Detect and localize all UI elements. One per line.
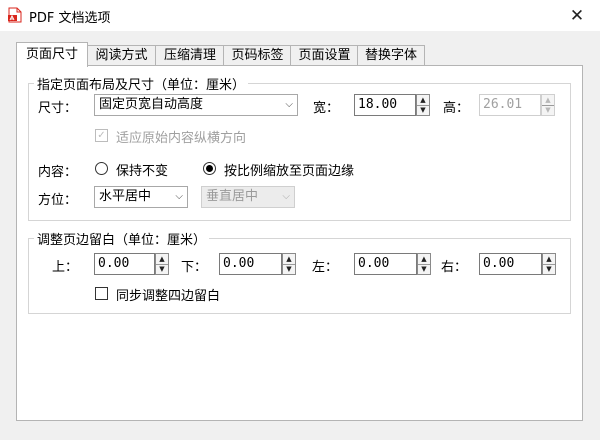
- height-label: 高：: [443, 101, 470, 116]
- vertical-align-value: 垂直居中: [206, 189, 259, 204]
- spin-down-icon[interactable]: ▼: [418, 264, 430, 274]
- spin-down-icon[interactable]: ▼: [417, 105, 429, 115]
- scale-to-edge-label: 按比例缩放至页面边缘: [224, 164, 355, 179]
- layout-group-title: 指定页面布局及尺寸（单位：厘米）: [34, 74, 249, 93]
- sync-margins-checkbox[interactable]: [95, 287, 108, 300]
- tab-label: 页码标签: [231, 48, 284, 63]
- top-margin-label: 上：: [52, 260, 79, 275]
- position-label: 方位：: [38, 193, 78, 208]
- title-bar: PDF 文档选项 ✕: [0, 0, 600, 31]
- tab-label: 替换字体: [364, 48, 417, 63]
- right-margin-stepper[interactable]: 0.00 ▲ ▼: [479, 253, 557, 275]
- tab-label: 压缩清理: [163, 48, 216, 63]
- horizontal-align-value: 水平居中: [99, 189, 152, 204]
- keep-unchanged-label: 保持不变: [116, 164, 169, 179]
- tab-page-setup[interactable]: 页面设置: [290, 45, 359, 66]
- tab-page-labels[interactable]: 页码标签: [223, 45, 292, 66]
- chevron-down-icon: ⌵: [282, 191, 290, 202]
- vertical-align-select: 垂直居中 ⌵: [201, 186, 295, 208]
- size-mode-select[interactable]: 固定页宽自动高度 ⌵: [94, 94, 298, 116]
- bottom-margin-spin-buttons[interactable]: ▲ ▼: [282, 253, 296, 275]
- tab-reading-mode[interactable]: 阅读方式: [86, 45, 157, 66]
- close-icon: ✕: [569, 5, 585, 26]
- size-label: 尺寸：: [38, 101, 78, 116]
- chevron-down-icon: ⌵: [175, 191, 183, 202]
- height-stepper: 26.01 ▲ ▼: [479, 94, 557, 116]
- tab-label: 页面尺寸: [25, 47, 78, 62]
- left-margin-input[interactable]: 0.00: [354, 253, 417, 275]
- top-margin-stepper[interactable]: 0.00 ▲ ▼: [94, 253, 170, 275]
- size-mode-value: 固定页宽自动高度: [99, 97, 204, 112]
- left-margin-stepper[interactable]: 0.00 ▲ ▼: [354, 253, 432, 275]
- top-margin-input[interactable]: 0.00: [94, 253, 155, 275]
- width-label: 宽：: [313, 101, 340, 116]
- sync-margins-label: 同步调整四边留白: [116, 289, 221, 304]
- height-spin-buttons: ▲ ▼: [541, 94, 555, 116]
- width-input[interactable]: 18.00: [354, 94, 416, 116]
- tab-label: 页面设置: [298, 48, 351, 63]
- adapt-orientation-label: 适应原始内容纵横方向: [116, 131, 247, 146]
- tab-compress-clean[interactable]: 压缩清理: [155, 45, 225, 66]
- check-icon: ✓: [97, 130, 106, 141]
- close-button[interactable]: ✕: [554, 0, 600, 31]
- width-stepper[interactable]: 18.00 ▲ ▼: [354, 94, 432, 116]
- width-spin-buttons[interactable]: ▲ ▼: [416, 94, 430, 116]
- bottom-margin-stepper[interactable]: 0.00 ▲ ▼: [219, 253, 297, 275]
- right-margin-label: 右：: [441, 260, 468, 275]
- spin-down-icon[interactable]: ▼: [543, 264, 555, 274]
- spin-down-icon[interactable]: ▼: [156, 264, 168, 274]
- top-margin-spin-buttons[interactable]: ▲ ▼: [155, 253, 169, 275]
- adapt-orientation-checkbox: ✓: [95, 129, 108, 142]
- bottom-margin-input[interactable]: 0.00: [219, 253, 282, 275]
- horizontal-align-select[interactable]: 水平居中 ⌵: [94, 186, 188, 208]
- content-label: 内容：: [38, 165, 78, 180]
- window-title: PDF 文档选项: [29, 11, 111, 26]
- tab-replace-fonts[interactable]: 替换字体: [357, 45, 425, 66]
- right-margin-input[interactable]: 0.00: [479, 253, 542, 275]
- pdf-app-icon: [8, 7, 22, 23]
- spin-down-icon: ▼: [545, 106, 551, 114]
- right-margin-spin-buttons[interactable]: ▲ ▼: [542, 253, 556, 275]
- bottom-margin-label: 下：: [181, 260, 208, 275]
- chevron-down-icon: ⌵: [285, 99, 293, 110]
- left-margin-label: 左：: [312, 260, 339, 275]
- margins-group-title: 调整页边留白（单位：厘米）: [34, 229, 210, 248]
- tab-label: 阅读方式: [95, 48, 148, 63]
- margins-group: [28, 238, 571, 314]
- scale-to-edge-radio[interactable]: [203, 162, 216, 175]
- tab-page-size[interactable]: 页面尺寸: [16, 42, 88, 67]
- keep-unchanged-radio[interactable]: [95, 162, 108, 175]
- spin-down-icon[interactable]: ▼: [283, 264, 295, 274]
- left-margin-spin-buttons[interactable]: ▲ ▼: [417, 253, 431, 275]
- height-input: 26.01: [479, 94, 541, 116]
